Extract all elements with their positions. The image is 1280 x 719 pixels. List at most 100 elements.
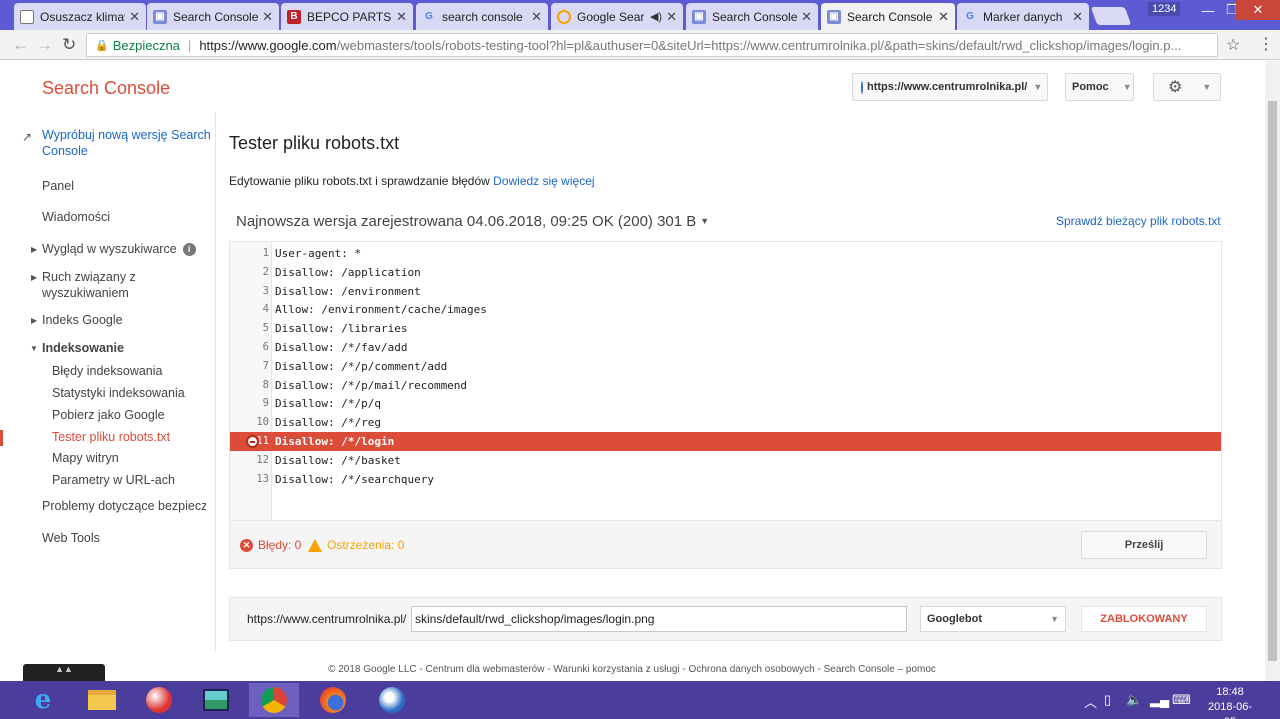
info-icon[interactable]: i: [182, 243, 196, 256]
tab-search-console-2[interactable]: ▣ Search Console ✕: [686, 3, 818, 30]
help-button[interactable]: Pomoc ▼: [1065, 73, 1134, 101]
sidebar-item-security-issues[interactable]: Problemy dotyczące bezpieczeństwa: [42, 498, 206, 514]
code-line[interactable]: 8 Disallow: /*/p/mail/recommend: [230, 376, 1221, 395]
code-line[interactable]: 9 Disallow: /*/p/q: [230, 394, 1221, 413]
code-line[interactable]: 7 Disallow: /*/p/comment/add: [230, 357, 1221, 376]
error-marker-icon[interactable]: [246, 435, 259, 448]
code-line[interactable]: 13 Disallow: /*/searchquery: [230, 470, 1221, 489]
warnings-count[interactable]: Ostrzeżenia: 0: [308, 538, 404, 552]
tab-osuszacz[interactable]: Osuszacz klimat ✕: [14, 3, 146, 30]
submit-button[interactable]: Prześlij: [1081, 531, 1207, 559]
learn-more-link[interactable]: Dowiedz się więcej: [493, 174, 594, 188]
new-tab-button[interactable]: [1090, 7, 1132, 25]
close-icon[interactable]: ✕: [938, 9, 949, 25]
close-icon[interactable]: ✕: [396, 9, 407, 25]
search-console-logo[interactable]: Search Console: [42, 78, 170, 99]
thunderbird-icon[interactable]: [367, 683, 417, 717]
code-line[interactable]: 1 User-agent: *: [230, 244, 1221, 263]
forward-icon[interactable]: →: [36, 35, 53, 55]
code-line[interactable]: 10 Disallow: /*/reg: [230, 413, 1221, 432]
close-icon[interactable]: ✕: [1072, 9, 1083, 25]
test-result-blocked[interactable]: ZABLOKOWANY: [1081, 606, 1207, 632]
audio-icon[interactable]: ◀): [650, 10, 662, 23]
sidebar-item-crawl[interactable]: Indeksowanie: [42, 340, 124, 356]
settings-button[interactable]: ⚙ ▼: [1153, 73, 1221, 101]
file-explorer-icon[interactable]: [77, 683, 127, 717]
errors-count[interactable]: ✕ Błędy: 0: [240, 538, 301, 552]
profile-badge[interactable]: 1234: [1148, 2, 1181, 16]
browser-menu-icon[interactable]: ⋮: [1258, 34, 1274, 54]
signal-icon[interactable]: ▂▄: [1150, 692, 1169, 708]
code-line[interactable]: 4 Allow: /environment/cache/images: [230, 300, 1221, 319]
tab-search-console-active[interactable]: ▣ Search Console ✕: [821, 3, 955, 30]
thunderbird-glyph: [379, 687, 405, 713]
code-line[interactable]: 12 Disallow: /*/basket: [230, 451, 1221, 470]
tab-bepco[interactable]: B BEPCO PARTS ✕: [281, 3, 413, 30]
expand-icon[interactable]: ▶: [31, 273, 37, 282]
sidebar-item-search-appearance[interactable]: Wygląd w wyszukiwarce i: [42, 241, 196, 257]
volume-icon[interactable]: 🔈: [1126, 692, 1142, 708]
sidebar-subitem-robots-tester[interactable]: Tester pliku robots.txt: [52, 429, 170, 445]
back-icon[interactable]: ←: [12, 35, 29, 55]
tab-label: Search Console: [847, 9, 933, 24]
line-number: 7: [262, 359, 269, 372]
close-icon[interactable]: ✕: [666, 9, 677, 25]
keyboard-icon[interactable]: ⌨: [1172, 692, 1191, 708]
ie-icon[interactable]: e: [18, 683, 68, 717]
try-new-version-link[interactable]: Wypróbuj nową wersję Search Console: [42, 127, 212, 159]
collapse-icon[interactable]: ▼: [30, 344, 38, 353]
sidebar-item-web-tools[interactable]: Web Tools: [42, 530, 100, 546]
document-icon: [20, 9, 34, 24]
tab-google-search[interactable]: Google Sear ◀) ✕: [551, 3, 683, 30]
expand-icon[interactable]: ▶: [31, 316, 37, 325]
address-bar[interactable]: 🔒 Bezpieczna | https://www.google.com/we…: [86, 33, 1218, 57]
robots-editor[interactable]: 1 User-agent: * 2 Disallow: /application 3 Di…: [229, 241, 1222, 521]
sidebar-item-panel[interactable]: Panel: [42, 178, 74, 194]
sidebar-subitem-url-parameters[interactable]: Parametry w URL-ach: [52, 472, 175, 488]
bookmark-star-icon[interactable]: ☆: [1226, 35, 1240, 55]
firefox-icon[interactable]: [308, 683, 358, 717]
close-icon[interactable]: ✕: [129, 9, 140, 25]
code-line[interactable]: 2 Disallow: /application: [230, 263, 1221, 282]
tray-chevron-icon[interactable]: ︿: [1084, 692, 1097, 711]
tab-search-console-query[interactable]: G search console ✕: [416, 3, 548, 30]
sidebar-subitem-crawl-errors[interactable]: Błędy indeksowania: [52, 363, 163, 379]
scrollbar-thumb[interactable]: [1268, 101, 1277, 661]
security-label: Bezpieczna: [112, 37, 180, 53]
property-selector[interactable]: https://www.centrumrolnika.pl/ ▼: [852, 73, 1048, 101]
sidebar-subitem-fetch-as-google[interactable]: Pobierz jako Google: [52, 407, 165, 423]
window-close-icon[interactable]: ✕: [1236, 0, 1280, 20]
chrome-icon[interactable]: [249, 683, 299, 717]
page-title: Tester pliku robots.txt: [229, 133, 400, 153]
line-number: 9: [262, 397, 269, 410]
code-line[interactable]: 5 Disallow: /libraries: [230, 319, 1221, 338]
close-icon[interactable]: ✕: [531, 9, 542, 25]
line-number: 8: [262, 378, 269, 391]
app-red-icon[interactable]: [134, 683, 184, 717]
expand-icon[interactable]: ▶: [31, 245, 37, 254]
system-clock[interactable]: 18:48 2018-06-05: [1202, 685, 1258, 719]
check-current-robots-link[interactable]: Sprawdź bieżący plik robots.txt: [1056, 214, 1221, 228]
folder-glyph: [88, 690, 116, 710]
code-line[interactable]: 6 Disallow: /*/fav/add: [230, 338, 1221, 357]
code-line-error[interactable]: 11 Disallow: /*/login: [230, 432, 1221, 451]
photo-app-icon[interactable]: [191, 683, 241, 717]
close-icon[interactable]: ✕: [262, 9, 273, 25]
reload-icon[interactable]: ↻: [62, 35, 76, 55]
tablet-icon[interactable]: ▯: [1104, 692, 1111, 708]
clock-time: 18:48: [1216, 686, 1244, 698]
sidebar-subitem-sitemaps[interactable]: Mapy witryn: [52, 450, 119, 466]
sidebar-item-messages[interactable]: Wiadomości: [42, 209, 110, 225]
code-text: Disallow: /*/fav/add: [275, 341, 408, 354]
sidebar-subitem-crawl-stats[interactable]: Statystyki indeksowania: [52, 385, 185, 401]
test-url-input[interactable]: skins/default/rwd_clickshop/images/login…: [411, 606, 907, 632]
sidebar-item-google-index[interactable]: Indeks Google: [42, 312, 123, 328]
code-line[interactable]: 3 Disallow: /environment: [230, 282, 1221, 301]
version-dropdown[interactable]: Najnowsza wersja zarejestrowana 04.06.20…: [236, 213, 709, 230]
tab-marker-danych[interactable]: G Marker danych ✕: [957, 3, 1089, 30]
user-agent-select[interactable]: Googlebot ▼: [920, 606, 1066, 632]
vertical-scrollbar[interactable]: [1265, 61, 1280, 681]
sidebar-item-search-traffic[interactable]: Ruch związany z wyszukiwaniem: [42, 269, 162, 301]
tab-search-console-1[interactable]: ▣ Search Console ✕: [147, 3, 279, 30]
close-icon[interactable]: ✕: [801, 9, 812, 25]
